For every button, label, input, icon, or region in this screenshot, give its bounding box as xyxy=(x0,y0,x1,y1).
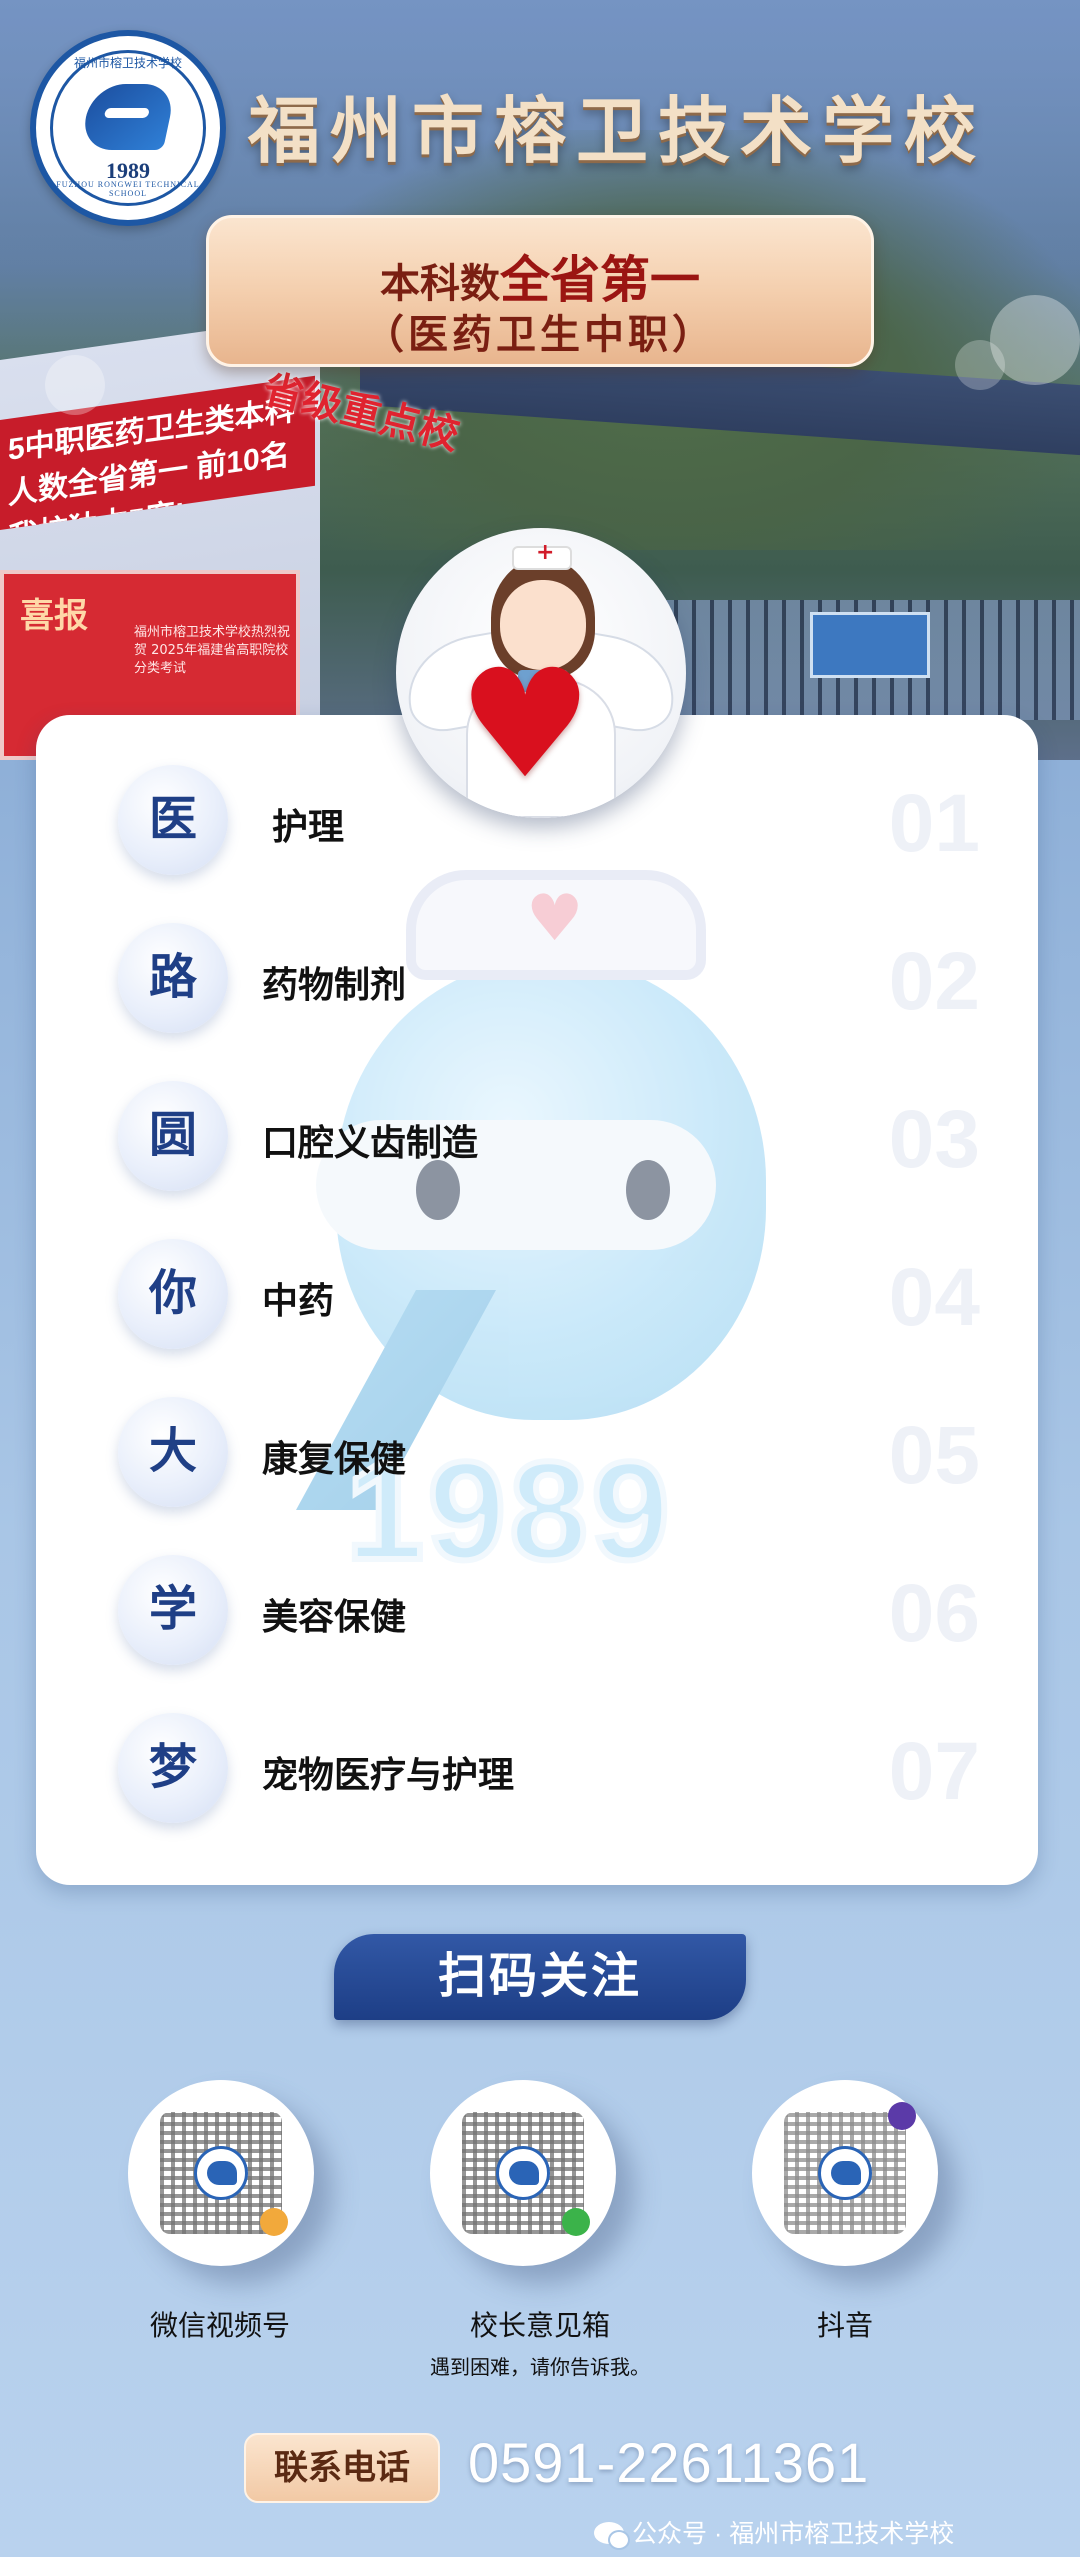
major-name: 美容保健 xyxy=(262,1596,407,1637)
major-number: 07 xyxy=(888,1726,980,1817)
major-badge: 圆 xyxy=(118,1081,228,1191)
gate-plate xyxy=(810,612,930,678)
major-name: 护理 xyxy=(272,806,345,847)
bokeh-light xyxy=(955,340,1005,390)
major-number: 03 xyxy=(888,1094,980,1185)
major-number: 06 xyxy=(888,1568,980,1659)
major-name: 口腔义齿制造 xyxy=(262,1122,479,1163)
major-number: 01 xyxy=(888,778,980,869)
major-item[interactable]: 路 药物制剂 02 xyxy=(36,923,1038,1033)
watermark-text: 公众号 · 福州市榕卫技术学校 xyxy=(632,2520,955,2548)
channels-badge-icon xyxy=(260,2208,288,2236)
nurse-cap-icon xyxy=(512,540,572,570)
scan-follow-banner: 扫码关注 xyxy=(334,1934,746,2020)
major-item[interactable]: 学 美容保健 06 xyxy=(36,1555,1038,1665)
contact-label: 联系电话 xyxy=(244,2433,440,2503)
major-number: 02 xyxy=(888,936,980,1027)
major-name: 宠物医疗与护理 xyxy=(262,1754,515,1795)
major-item[interactable]: 圆 口腔义齿制造 03 xyxy=(36,1081,1038,1191)
major-name: 康复保健 xyxy=(262,1438,407,1479)
board-title: 喜报 xyxy=(20,598,88,635)
page-title: 福州市榕卫技术学校 xyxy=(248,92,987,172)
honor-line-2: （医药卫生中职） xyxy=(364,312,716,357)
major-badge: 学 xyxy=(118,1555,228,1665)
board-text: 福州市榕卫技术学校热烈祝贺 2025年福建省高职院校分类考试 xyxy=(134,625,291,676)
qr-label-mailbox: 校长意见箱 xyxy=(469,2310,610,2341)
nurse-avatar-icon: ♥ xyxy=(396,528,686,818)
heart-icon: ♥ xyxy=(458,638,593,812)
official-account-watermark: 公众号 · 福州市榕卫技术学校 xyxy=(594,2514,954,2550)
major-item[interactable]: 梦 宠物医疗与护理 07 xyxy=(36,1713,1038,1823)
major-badge: 你 xyxy=(118,1239,228,1349)
major-number: 05 xyxy=(888,1410,980,1501)
qr-label-channels: 微信视频号 xyxy=(149,2310,290,2341)
majors-card: ♥ 1989 医 护理 01 路 药物制剂 02 圆 口腔义齿制造 03 你 中… xyxy=(36,715,1038,1885)
school-logo: 福州市榕卫技术学校 1989 FUZHOU RONGWEI TECHNICAL … xyxy=(30,30,226,226)
wechat-channels-qr-icon[interactable] xyxy=(128,2080,314,2266)
school-logo-icon xyxy=(818,2146,872,2200)
mini-program-qr-icon[interactable] xyxy=(430,2080,616,2266)
logo-en-text: FUZHOU RONGWEI TECHNICAL SCHOOL xyxy=(56,180,200,198)
mini-program-badge-icon xyxy=(562,2208,590,2236)
major-badge: 梦 xyxy=(118,1713,228,1823)
major-badge: 医 xyxy=(118,765,228,875)
contact-phone[interactable]: 0591-22611361 xyxy=(468,2430,869,2495)
logo-cn-text: 福州市榕卫技术学校 xyxy=(73,56,182,70)
major-number: 04 xyxy=(888,1252,980,1343)
honor-prefix: 本科数 xyxy=(380,261,500,306)
qr-label-douyin: 抖音 xyxy=(816,2310,873,2341)
mailbox-logo-icon xyxy=(496,2146,550,2200)
douyin-qr-icon[interactable] xyxy=(752,2080,938,2266)
major-badge: 路 xyxy=(118,923,228,1033)
douyin-badge-icon xyxy=(888,2102,916,2130)
honor-plaque: 本科数全省第一 （医药卫生中职） xyxy=(206,215,874,367)
mailbox-note: 遇到困难，请你告诉我。 xyxy=(430,2357,650,2379)
major-item[interactable]: 大 康复保健 05 xyxy=(36,1397,1038,1507)
major-name: 药物制剂 xyxy=(262,964,407,1005)
honor-highlight: 全省第一 xyxy=(500,252,700,308)
major-badge: 大 xyxy=(118,1397,228,1507)
bokeh-light xyxy=(45,355,105,415)
major-name: 中药 xyxy=(262,1280,335,1321)
school-logo-icon xyxy=(194,2146,248,2200)
major-item[interactable]: 你 中药 04 xyxy=(36,1239,1038,1349)
wechat-icon xyxy=(594,2522,630,2550)
